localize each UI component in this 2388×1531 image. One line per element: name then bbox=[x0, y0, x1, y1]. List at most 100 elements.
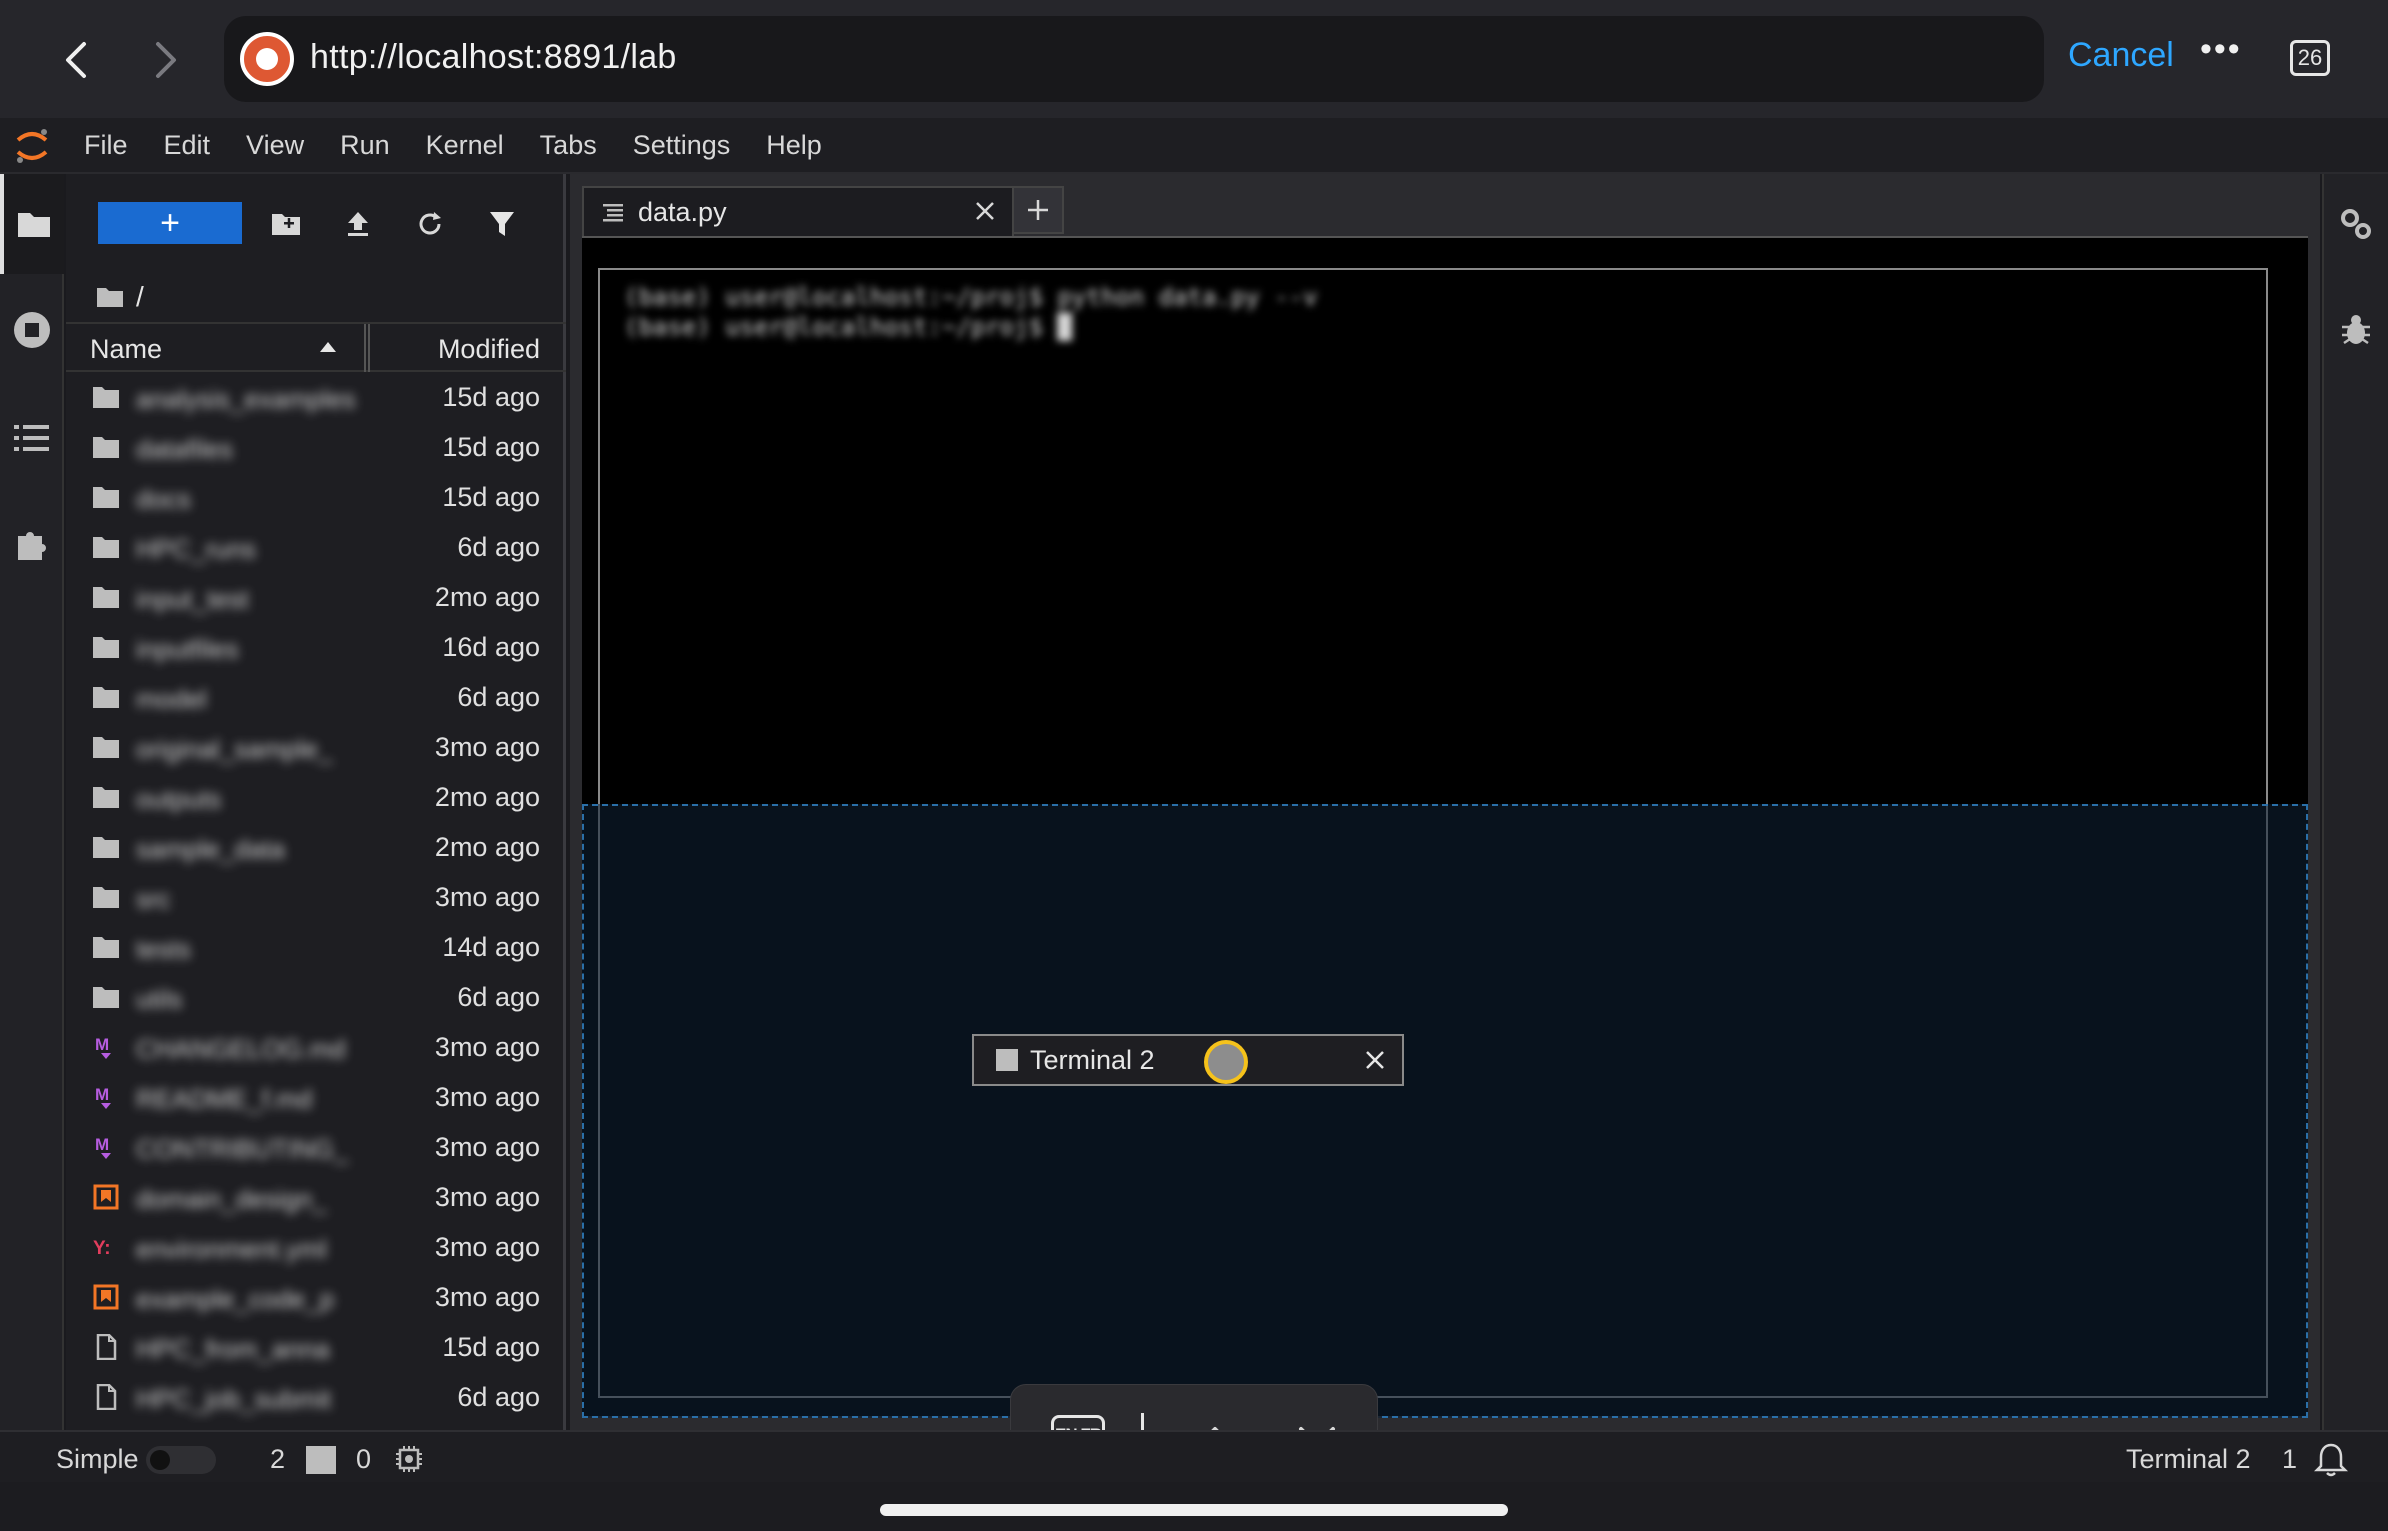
python-file-icon bbox=[603, 204, 623, 222]
url-text[interactable]: http://localhost:8891/lab bbox=[310, 38, 677, 77]
folder-icon[interactable] bbox=[96, 286, 124, 308]
more-options-button[interactable]: ••• bbox=[2200, 30, 2242, 69]
list-item[interactable]: utils 6d ago bbox=[66, 972, 566, 1022]
terminal-panel[interactable]: (base) user@localhost:~/proj$ python dat… bbox=[582, 236, 2308, 1418]
list-item[interactable]: input_test 2mo ago bbox=[66, 572, 566, 622]
list-item[interactable]: analysis_examples 15d ago bbox=[66, 372, 566, 422]
forward-button[interactable] bbox=[136, 30, 196, 90]
duckduckgo-icon bbox=[240, 32, 294, 86]
list-item[interactable]: M README_f.md 3mo ago bbox=[66, 1072, 566, 1122]
list-item[interactable]: M CHANGELOG.md 3mo ago bbox=[66, 1022, 566, 1072]
dragging-tab-terminal-2[interactable]: Terminal 2 bbox=[972, 1034, 1404, 1086]
folder-icon bbox=[92, 384, 120, 410]
name-column-header[interactable]: Name bbox=[90, 334, 162, 365]
tab-data-py[interactable]: data.py bbox=[582, 186, 1014, 236]
menu-view[interactable]: View bbox=[246, 130, 304, 161]
file-name: README_f.md bbox=[136, 1084, 313, 1114]
file-list-header: Name Modified bbox=[66, 322, 566, 372]
file-name: environment.yml bbox=[136, 1234, 327, 1264]
list-item[interactable]: HPC_from_anna 15d ago bbox=[66, 1322, 566, 1372]
kernels-count[interactable]: 0 bbox=[356, 1444, 371, 1475]
back-button[interactable] bbox=[46, 30, 106, 90]
menu-edit[interactable]: Edit bbox=[164, 130, 211, 161]
file-name: datafiles bbox=[136, 434, 233, 464]
terminal-output: (base) user@localhost:~/proj$ python dat… bbox=[624, 283, 1318, 341]
file-name: input_test bbox=[136, 584, 249, 614]
debugger-tab[interactable] bbox=[2324, 280, 2388, 380]
new-launcher-button[interactable]: + bbox=[98, 202, 242, 244]
filter-button[interactable] bbox=[482, 204, 522, 244]
folder-icon bbox=[92, 834, 120, 860]
list-item[interactable]: src 3mo ago bbox=[66, 872, 566, 922]
tabs-count-button[interactable]: 26 bbox=[2290, 40, 2330, 76]
terminals-count[interactable]: 2 bbox=[270, 1444, 285, 1475]
address-bar[interactable]: http://localhost:8891/lab bbox=[224, 16, 2044, 102]
folder-icon bbox=[92, 734, 120, 760]
notebook-icon bbox=[92, 1184, 120, 1210]
list-item[interactable]: tests 14d ago bbox=[66, 922, 566, 972]
list-item[interactable]: M CONTRIBUTING_ 3mo ago bbox=[66, 1122, 566, 1172]
list-item[interactable]: Y: environment.yml 3mo ago bbox=[66, 1222, 566, 1272]
kernel-icon[interactable] bbox=[394, 1444, 424, 1474]
file-name: HPC_from_anna bbox=[136, 1334, 330, 1364]
file-modified: 15d ago bbox=[442, 382, 540, 412]
list-item[interactable]: datafiles 15d ago bbox=[66, 422, 566, 472]
menu-items: File Edit View Run Kernel Tabs Settings Help bbox=[84, 130, 858, 161]
list-item[interactable]: outputs 2mo ago bbox=[66, 772, 566, 822]
jupyter-logo-icon bbox=[16, 129, 48, 163]
menu-tabs[interactable]: Tabs bbox=[540, 130, 597, 161]
property-inspector-tab[interactable] bbox=[2324, 174, 2388, 274]
bell-icon[interactable] bbox=[2314, 1442, 2348, 1478]
list-item[interactable]: docs 15d ago bbox=[66, 472, 566, 522]
breadcrumb-root[interactable]: / bbox=[136, 281, 144, 313]
column-resize-handle[interactable] bbox=[364, 324, 370, 372]
file-browser-panel: + / Name Modified analysis_examples 15d a… bbox=[66, 174, 566, 1430]
notification-count[interactable]: 1 bbox=[2282, 1444, 2297, 1475]
file-name: example_code_p bbox=[136, 1284, 335, 1314]
list-item[interactable]: original_sample_ 3mo ago bbox=[66, 722, 566, 772]
file-modified: 15d ago bbox=[442, 1332, 540, 1362]
simple-mode-toggle[interactable] bbox=[146, 1446, 216, 1474]
sort-ascending-icon bbox=[320, 342, 336, 352]
refresh-button[interactable] bbox=[410, 204, 450, 244]
list-item[interactable]: model 6d ago bbox=[66, 672, 566, 722]
menu-settings[interactable]: Settings bbox=[633, 130, 731, 161]
new-folder-button[interactable] bbox=[266, 204, 306, 244]
modified-column-header[interactable]: Modified bbox=[438, 334, 540, 365]
file-modified: 6d ago bbox=[457, 532, 540, 562]
upload-button[interactable] bbox=[338, 204, 378, 244]
table-of-contents-tab[interactable] bbox=[0, 388, 64, 488]
list-item[interactable]: HPC_job_submit 6d ago bbox=[66, 1372, 566, 1422]
home-indicator[interactable] bbox=[880, 1504, 1508, 1516]
close-icon[interactable] bbox=[1362, 1047, 1388, 1073]
file-name: utils bbox=[136, 984, 183, 1014]
file-list: analysis_examples 15d ago datafiles 15d ago… bbox=[66, 372, 566, 1422]
list-item[interactable]: HPC_runs 6d ago bbox=[66, 522, 566, 572]
menu-kernel[interactable]: Kernel bbox=[426, 130, 504, 161]
file-icon bbox=[92, 1383, 120, 1411]
list-item[interactable]: inputfiles 16d ago bbox=[66, 622, 566, 672]
menu-file[interactable]: File bbox=[84, 130, 128, 161]
file-browser-tab[interactable] bbox=[0, 174, 64, 274]
add-tab-button[interactable] bbox=[1012, 186, 1064, 234]
file-name: src bbox=[136, 884, 171, 914]
jupyter-menubar: File Edit View Run Kernel Tabs Settings Help bbox=[0, 118, 2388, 174]
file-modified: 15d ago bbox=[442, 482, 540, 512]
chevron-left-icon bbox=[66, 42, 86, 78]
menu-run[interactable]: Run bbox=[340, 130, 390, 161]
touch-indicator bbox=[1204, 1040, 1248, 1084]
browser-toolbar: http://localhost:8891/lab Cancel ••• 26 bbox=[0, 0, 2388, 118]
extension-manager-tab[interactable] bbox=[0, 494, 64, 594]
terminal-icon[interactable] bbox=[306, 1446, 336, 1474]
list-item[interactable]: sample_data 2mo ago bbox=[66, 822, 566, 872]
stop-circle-icon bbox=[14, 312, 50, 348]
running-sessions-tab[interactable] bbox=[0, 280, 64, 380]
list-icon bbox=[14, 425, 49, 451]
close-icon[interactable] bbox=[972, 198, 998, 224]
list-item[interactable]: domain_design_ 3mo ago bbox=[66, 1172, 566, 1222]
filter-icon bbox=[490, 212, 514, 236]
menu-help[interactable]: Help bbox=[766, 130, 822, 161]
file-modified: 6d ago bbox=[457, 682, 540, 712]
cancel-button[interactable]: Cancel bbox=[2068, 36, 2174, 75]
list-item[interactable]: example_code_p 3mo ago bbox=[66, 1272, 566, 1322]
